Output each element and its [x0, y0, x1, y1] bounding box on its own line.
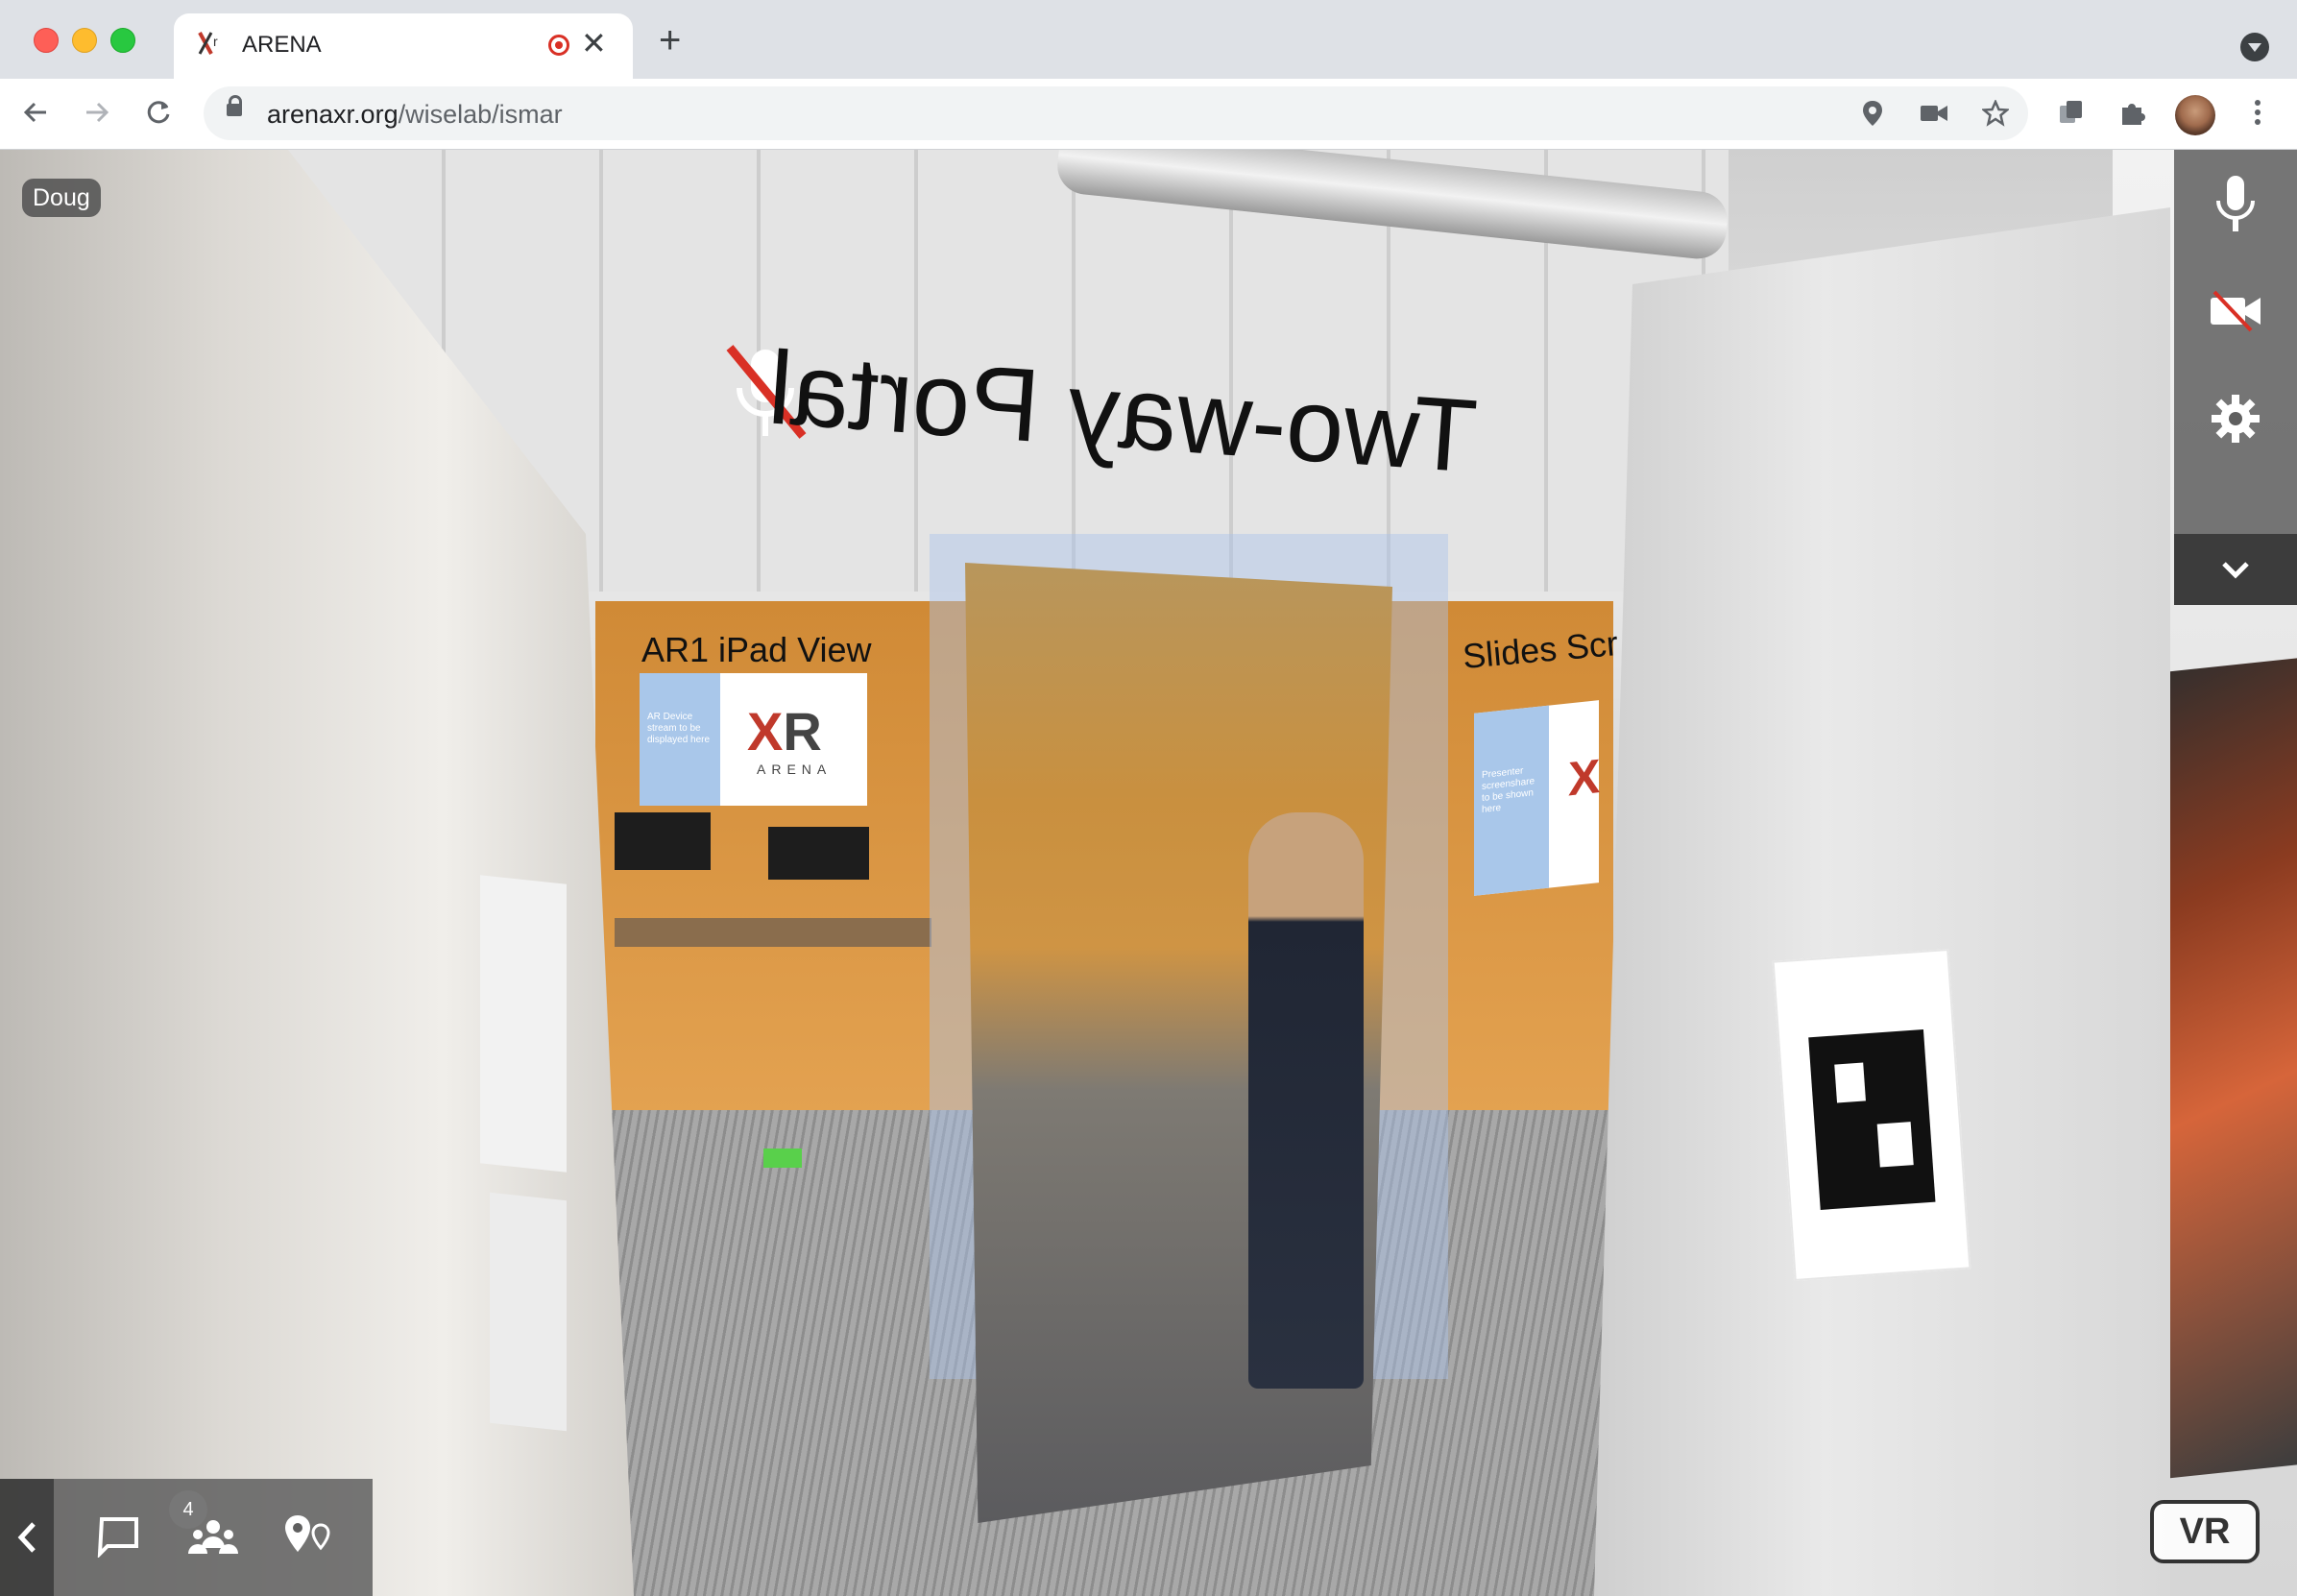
back-icon[interactable]	[13, 90, 58, 134]
wall-poster	[490, 1192, 567, 1432]
desk	[615, 918, 931, 947]
cubicle-right-wall	[1594, 207, 2170, 1596]
settings-icon[interactable]	[2174, 365, 2297, 472]
slides-screenshare-panel: Presenter screenshare to be shown here X	[1474, 700, 1601, 896]
tab-close-icon[interactable]: ✕	[581, 26, 607, 60]
chevron-down-icon[interactable]	[2174, 534, 2297, 605]
star-icon[interactable]	[1980, 98, 2011, 129]
profile-avatar[interactable]	[2175, 95, 2215, 135]
tab-search-icon[interactable]	[2240, 33, 2269, 61]
monitor	[768, 827, 869, 880]
lock-icon[interactable]	[227, 95, 242, 116]
svg-text:r: r	[213, 34, 218, 49]
enter-vr-button[interactable]: VR	[2150, 1500, 2260, 1563]
browser-toolbar: arenaxr.org/wiselab/ismar	[0, 79, 2297, 150]
arena-logo-text: ARENA	[757, 762, 833, 777]
apriltag-icon	[1808, 1029, 1936, 1210]
mic-icon[interactable]	[2174, 150, 2297, 257]
chat-icon[interactable]	[85, 1502, 154, 1571]
puzzle-icon[interactable]	[2111, 90, 2155, 134]
forward-icon[interactable]	[75, 90, 119, 134]
browser-tab[interactable]: r ARENA ✕	[174, 13, 633, 79]
more-icon[interactable]	[2236, 90, 2280, 134]
collapse-icon[interactable]	[0, 1479, 54, 1596]
camera-icon[interactable]	[1919, 98, 1949, 129]
fiducial-marker	[1772, 948, 1971, 1282]
recording-indicator-icon	[548, 35, 569, 56]
new-tab-button[interactable]: +	[659, 21, 681, 60]
camera-off-icon[interactable]	[2174, 257, 2297, 365]
user-count-badge: 4	[169, 1490, 207, 1529]
tab-strip: r ARENA ✕ +	[0, 0, 2297, 79]
close-window-button[interactable]	[34, 28, 59, 53]
url-text: arenaxr.org/wiselab/ismar	[267, 100, 563, 129]
slides-panel-caption: Presenter screenshare to be shown here	[1474, 705, 1549, 896]
ipad-panel-caption: AR Device stream to be displayed here	[640, 673, 720, 806]
remote-participant	[1248, 812, 1364, 1389]
address-bar[interactable]: arenaxr.org/wiselab/ismar	[204, 86, 2028, 140]
xr-logo-icon: X	[1568, 749, 1601, 807]
ipad-view-panel: AR Device stream to be displayed here XR…	[640, 673, 867, 806]
extension-icon[interactable]	[2049, 90, 2093, 134]
reload-icon[interactable]	[136, 90, 181, 134]
arena-favicon-icon: r	[198, 32, 218, 55]
arena-3d-scene[interactable]: AR1 iPad View AR Device stream to be dis…	[0, 150, 2297, 1596]
tab-title: ARENA	[242, 32, 322, 58]
zoom-window-button[interactable]	[110, 28, 135, 53]
floor-card	[763, 1149, 802, 1168]
minimize-window-button[interactable]	[72, 28, 97, 53]
location-icon[interactable]	[1857, 98, 1888, 129]
landmarks-icon[interactable]	[275, 1502, 344, 1571]
wall-poster	[480, 875, 567, 1173]
monitor	[615, 812, 711, 870]
xr-logo-icon: XR	[747, 701, 822, 762]
ipad-panel-title: AR1 iPad View	[641, 630, 872, 669]
local-user-name: Doug	[22, 179, 101, 217]
